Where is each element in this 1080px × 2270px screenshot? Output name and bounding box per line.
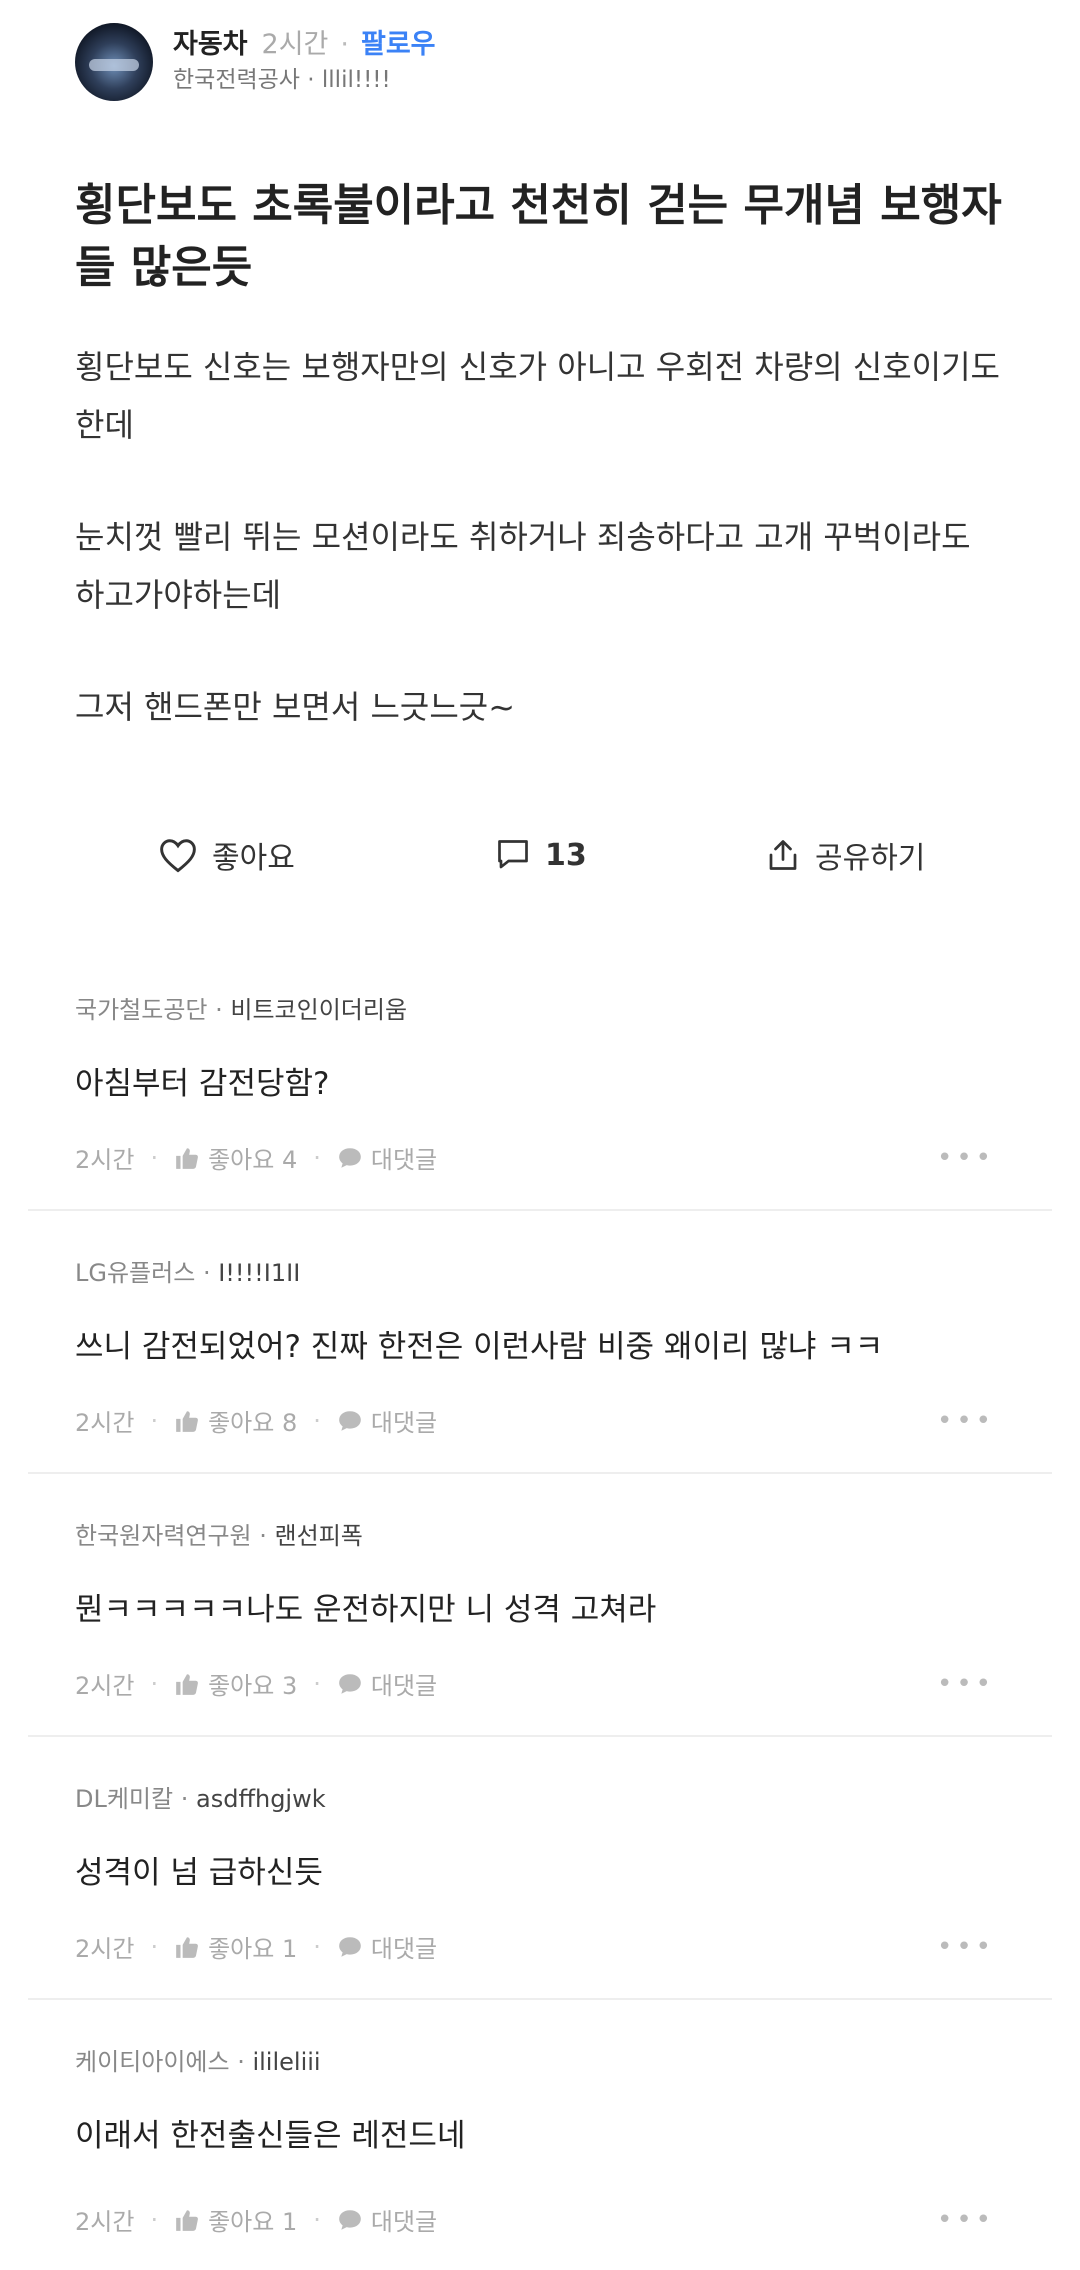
divider <box>28 1209 1052 1211</box>
comment-company: LG유플러스 <box>75 1259 196 1287</box>
comment-text: 뭔ㅋㅋㅋㅋㅋ나도 운전하지만 니 성격 고쳐라 <box>75 1592 657 1628</box>
like-label: 좋아요 <box>212 841 295 876</box>
comment-company: 국가철도공단 <box>75 996 208 1024</box>
post-paragraph: 눈치껏 빨리 뛰는 모션이라도 취하거나 죄송하다고 고개 꾸벅이라도 하고가야… <box>75 518 971 614</box>
comment-company: DL케미칼 <box>75 1785 174 1813</box>
post-paragraph: 그저 핸드폰만 보면서 느긋느긋~ <box>75 688 516 726</box>
author-nickname: lllil!!!! <box>321 67 391 93</box>
speech-bubble-icon <box>339 1147 361 1168</box>
more-options-icon[interactable]: ••• <box>937 2205 995 2235</box>
comment-meta: 2시간 · 좋아요 1 · 대댓글 ••• <box>75 2202 995 2237</box>
share-label: 공유하기 <box>815 841 926 876</box>
comment-time: 2시간 <box>75 2208 135 2236</box>
comment-time: 2시간 <box>75 1409 135 1437</box>
comment-meta: 2시간 · 좋아요 4 · 대댓글 ••• <box>75 1140 995 1175</box>
comment-meta: 2시간 · 좋아요 8 · 대댓글 ••• <box>75 1403 995 1438</box>
comment-company: 케이티아이에스 <box>75 2048 230 2076</box>
post-time: 2시간 <box>261 29 329 60</box>
more-options-icon[interactable]: ••• <box>937 1143 995 1173</box>
comment-company: 한국원자력연구원 <box>75 1522 252 1550</box>
thumbs-up-icon <box>176 1147 198 1169</box>
comment-button[interactable]: 13 <box>495 837 587 873</box>
post-header: 자동차 2시간 · 팔로우 한국전력공사 · lllil!!!! <box>75 22 1035 102</box>
comment-time: 2시간 <box>75 1672 135 1700</box>
reply-button[interactable]: 대댓글 <box>337 1929 437 1964</box>
reply-button[interactable]: 대댓글 <box>337 1140 437 1175</box>
heart-icon <box>160 839 196 873</box>
comment-count: 13 <box>545 837 587 873</box>
comment-author[interactable]: 국가철도공단 · 비트코인이더리움 <box>75 990 407 1025</box>
comment-icon <box>498 840 528 869</box>
post-paragraph: 횡단보도 신호는 보행자만의 신호가 아니고 우회전 차량의 신호이기도 한데 <box>75 348 1000 444</box>
speech-bubble-icon <box>339 1410 361 1431</box>
share-button[interactable]: 공유하기 <box>765 833 925 877</box>
separator-dot: · <box>340 29 349 60</box>
comment-like-button[interactable]: 좋아요 4 <box>174 1140 297 1175</box>
post-body: 횡단보도 신호는 보행자만의 신호가 아니고 우회전 차량의 신호이기도 한데 … <box>75 338 1005 790</box>
comment-text: 아침부터 감전당함? <box>75 1066 330 1102</box>
thumbs-up-icon <box>176 2209 198 2231</box>
divider <box>28 1735 1052 1737</box>
speech-bubble-icon <box>339 1936 361 1957</box>
comment-like-button[interactable]: 좋아요 3 <box>174 1666 297 1701</box>
author-avatar[interactable] <box>75 23 153 101</box>
comment-author[interactable]: LG유플러스 · I!!!!I1II <box>75 1253 300 1288</box>
author-name[interactable]: 자동차 <box>173 27 248 63</box>
comment-nickname: ilileliii <box>252 2048 321 2076</box>
comment-text: 이래서 한전출신들은 레전드네 <box>75 2118 466 2154</box>
thumbs-up-icon <box>176 1936 198 1958</box>
comment-nickname: 비트코인이더리움 <box>230 996 408 1024</box>
author-info: 자동차 2시간 · 팔로우 한국전력공사 · lllil!!!! <box>173 27 436 97</box>
more-options-icon[interactable]: ••• <box>937 1406 995 1436</box>
divider <box>28 1472 1052 1474</box>
comment-meta: 2시간 · 좋아요 1 · 대댓글 ••• <box>75 1929 995 1964</box>
comment-like-button[interactable]: 좋아요 8 <box>174 1403 297 1438</box>
comment-like-button[interactable]: 좋아요 1 <box>174 2202 297 2237</box>
author-company: 한국전력공사 <box>173 67 300 93</box>
reply-button[interactable]: 대댓글 <box>337 2202 437 2237</box>
comment-nickname: asdffhgjwk <box>196 1785 326 1813</box>
reply-button[interactable]: 대댓글 <box>337 1666 437 1701</box>
like-button[interactable]: 좋아요 <box>158 833 295 877</box>
share-icon <box>769 840 797 870</box>
comment-time: 2시간 <box>75 1935 135 1963</box>
comment-time: 2시간 <box>75 1146 135 1174</box>
speech-bubble-icon <box>339 1673 361 1694</box>
comment-meta: 2시간 · 좋아요 3 · 대댓글 ••• <box>75 1666 995 1701</box>
author-meta: 한국전력공사 · lllil!!!! <box>173 67 391 93</box>
speech-bubble-icon <box>339 2209 361 2230</box>
comment-text: 쓰니 감전되었어? 진짜 한전은 이런사람 비중 왜이리 많냐 ㅋㅋ <box>75 1329 884 1365</box>
comment-author[interactable]: DL케미칼 · asdffhgjwk <box>75 1779 326 1814</box>
post-title: 횡단보도 초록불이라고 천천히 걷는 무개념 보행자들 많은듯 <box>75 180 1002 293</box>
comment-nickname: 랜선피폭 <box>274 1522 363 1550</box>
more-options-icon[interactable]: ••• <box>937 1932 995 1962</box>
more-options-icon[interactable]: ••• <box>937 1669 995 1699</box>
post-actions: 좋아요 13 공유하기 <box>0 825 1080 885</box>
comment-text: 성격이 넘 급하신듯 <box>75 1855 323 1891</box>
reply-button[interactable]: 대댓글 <box>337 1403 437 1438</box>
follow-button[interactable]: 팔로우 <box>361 27 436 63</box>
comment-like-button[interactable]: 좋아요 1 <box>174 1929 297 1964</box>
comment-author[interactable]: 케이티아이에스 · ilileliii <box>75 2042 321 2077</box>
divider <box>28 1998 1052 2000</box>
thumbs-up-icon <box>176 1410 198 1432</box>
thumbs-up-icon <box>176 1673 198 1695</box>
comment-author[interactable]: 한국원자력연구원 · 랜선피폭 <box>75 1516 363 1551</box>
comment-nickname: I!!!!I1II <box>218 1259 301 1287</box>
